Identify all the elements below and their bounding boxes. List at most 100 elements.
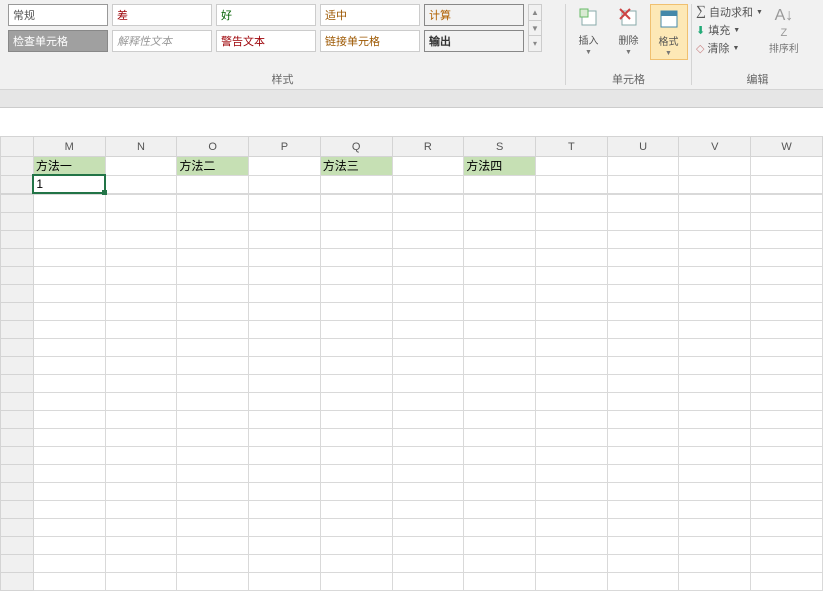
cell[interactable] (105, 321, 177, 339)
sort-filter-button[interactable]: A↓Z 排序利 (769, 8, 799, 55)
cell[interactable] (320, 447, 392, 465)
cell[interactable] (464, 573, 536, 591)
row-header[interactable] (1, 411, 34, 429)
autosum-button[interactable]: ∑自动求和 ▼ (696, 4, 763, 20)
cell[interactable] (33, 231, 105, 249)
style-linked-cell[interactable]: 链接单元格 (320, 30, 420, 52)
cell[interactable] (751, 573, 823, 591)
cell[interactable] (392, 537, 464, 555)
col-header[interactable]: W (751, 137, 823, 157)
col-header[interactable]: N (105, 137, 177, 157)
cell[interactable] (464, 267, 536, 285)
cell[interactable] (679, 339, 751, 357)
cell[interactable] (320, 321, 392, 339)
cell[interactable] (464, 501, 536, 519)
cell[interactable] (33, 249, 105, 267)
cell[interactable] (320, 285, 392, 303)
cell[interactable] (751, 195, 823, 213)
cell[interactable] (751, 357, 823, 375)
cell[interactable] (177, 303, 249, 321)
cell[interactable] (464, 429, 536, 447)
cell[interactable] (679, 231, 751, 249)
style-explanatory[interactable]: 解释性文本 (112, 30, 212, 52)
cell[interactable] (33, 285, 105, 303)
cell[interactable] (536, 501, 608, 519)
cell[interactable] (536, 231, 608, 249)
cell[interactable] (33, 357, 105, 375)
cell[interactable] (464, 357, 536, 375)
cell[interactable] (392, 447, 464, 465)
active-cell[interactable] (33, 175, 105, 193)
cell[interactable] (320, 303, 392, 321)
cell[interactable] (536, 249, 608, 267)
cell[interactable] (607, 249, 679, 267)
col-header[interactable]: Q (320, 137, 392, 157)
cell[interactable] (607, 231, 679, 249)
insert-button[interactable]: 插入 ▼ (570, 4, 608, 60)
style-calculation[interactable]: 计算 (424, 4, 524, 26)
cell[interactable] (607, 195, 679, 213)
cell[interactable] (392, 555, 464, 573)
cell[interactable] (536, 483, 608, 501)
cell[interactable] (320, 375, 392, 393)
cell[interactable] (320, 249, 392, 267)
cell[interactable] (392, 231, 464, 249)
row-header[interactable] (1, 213, 34, 231)
row-header[interactable] (1, 519, 34, 537)
cell[interactable] (249, 249, 321, 267)
cell[interactable] (249, 501, 321, 519)
row-header[interactable] (1, 555, 34, 573)
cell[interactable] (392, 285, 464, 303)
cell[interactable] (105, 213, 177, 231)
cell[interactable] (105, 501, 177, 519)
cell[interactable] (751, 303, 823, 321)
cell[interactable] (249, 195, 321, 213)
style-check-cell[interactable]: 检查单元格 (8, 30, 108, 52)
cell[interactable] (536, 555, 608, 573)
cell[interactable] (392, 519, 464, 537)
cell[interactable] (679, 157, 751, 176)
cell[interactable] (536, 195, 608, 213)
cell[interactable] (607, 157, 679, 176)
cell[interactable] (751, 213, 823, 231)
cell[interactable] (105, 195, 177, 213)
cell[interactable] (679, 573, 751, 591)
cell[interactable] (320, 573, 392, 591)
cell[interactable] (679, 175, 751, 193)
cell[interactable] (249, 213, 321, 231)
cell[interactable] (751, 393, 823, 411)
cell[interactable] (105, 175, 177, 193)
cell[interactable] (464, 339, 536, 357)
cell[interactable] (33, 465, 105, 483)
cell[interactable] (679, 357, 751, 375)
cell[interactable] (320, 429, 392, 447)
cell[interactable] (392, 393, 464, 411)
cell[interactable]: 方法三 (320, 157, 392, 176)
cell[interactable] (177, 393, 249, 411)
row-header[interactable] (1, 339, 34, 357)
cell[interactable] (392, 357, 464, 375)
clear-button[interactable]: ◇清除 ▼ (696, 40, 763, 56)
cell[interactable] (751, 175, 823, 193)
row-header[interactable] (1, 175, 34, 193)
cell[interactable] (392, 501, 464, 519)
cell[interactable] (177, 249, 249, 267)
cell[interactable] (249, 357, 321, 375)
cell[interactable] (392, 157, 464, 176)
styles-scroll-up[interactable]: ▲ (529, 5, 541, 21)
cell[interactable] (392, 267, 464, 285)
col-header[interactable]: P (249, 137, 321, 157)
style-bad[interactable]: 差 (112, 4, 212, 26)
cell[interactable] (320, 519, 392, 537)
cell[interactable] (177, 573, 249, 591)
cell[interactable] (751, 249, 823, 267)
cell[interactable] (320, 339, 392, 357)
cell[interactable] (536, 447, 608, 465)
cell[interactable] (320, 195, 392, 213)
cell[interactable] (105, 339, 177, 357)
col-header[interactable]: T (536, 137, 608, 157)
cell[interactable] (679, 501, 751, 519)
styles-expand[interactable]: ▾ (529, 36, 541, 51)
row-header[interactable] (1, 357, 34, 375)
cell[interactable] (177, 447, 249, 465)
